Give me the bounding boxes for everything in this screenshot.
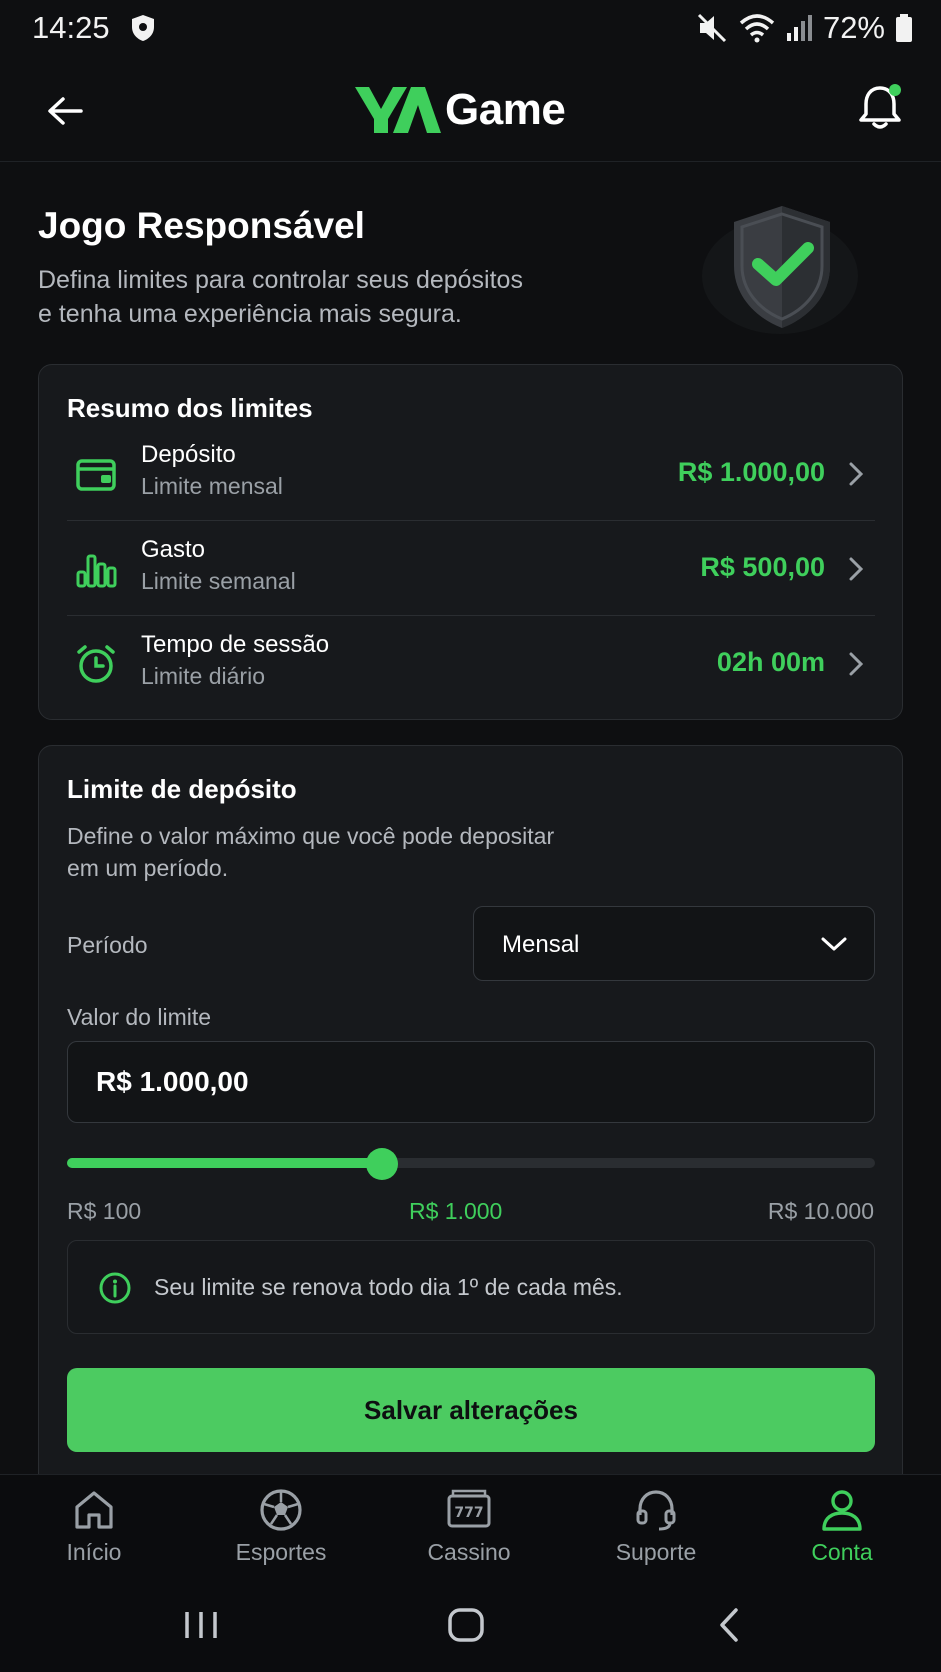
- logo-text: Game: [445, 85, 566, 134]
- slider-max-label: R$ 10.000: [767, 1198, 874, 1224]
- back-arrow-icon: [48, 97, 83, 125]
- limit-value: R$ 1.000,00: [677, 457, 825, 487]
- nav-label: Início: [66, 1539, 122, 1565]
- page-subtitle-line2: e tenha uma experiência mais segura.: [38, 300, 462, 328]
- chevron-down-icon: [821, 937, 847, 951]
- logo-mark: [355, 87, 441, 133]
- page-subtitle-line1: Defina limites para controlar seus depós…: [38, 266, 523, 294]
- period-select[interactable]: Mensal: [473, 906, 875, 981]
- status-icons: 72%: [697, 10, 913, 46]
- svg-text:777: 777: [454, 1505, 483, 1521]
- nav-item-cassino[interactable]: 777 Cassino: [394, 1487, 544, 1573]
- period-label: Período: [67, 932, 148, 958]
- limits-summary-card: Resumo dos limites Depósito Limite mensa…: [38, 364, 903, 720]
- wifi-icon: [739, 14, 775, 43]
- shield-icon: [132, 15, 154, 41]
- system-back-icon[interactable]: [700, 1604, 760, 1646]
- nav-item-inicio[interactable]: Início: [19, 1487, 169, 1573]
- limit-value-text: R$ 1.000,00: [96, 1066, 249, 1097]
- shield-check-icon: [702, 206, 858, 334]
- bar-chart-icon: [76, 554, 117, 588]
- nav-label: Conta: [811, 1539, 873, 1565]
- limit-period: Limite mensal: [141, 473, 283, 499]
- info-text: Seu limite se renova todo dia 1º de cada…: [154, 1274, 623, 1300]
- deposit-desc-line2: em um período.: [67, 855, 229, 881]
- nav-item-esportes[interactable]: Esportes: [206, 1487, 356, 1573]
- deposit-desc-line1: Define o valor máximo que você pode depo…: [67, 823, 555, 849]
- slider-min-label: R$ 100: [67, 1198, 142, 1224]
- page-title: Jogo Responsável: [38, 205, 365, 246]
- period-selected-value: Mensal: [502, 931, 580, 958]
- limit-period: Limite semanal: [141, 568, 296, 594]
- mute-icon: [697, 13, 727, 43]
- limit-period: Limite diário: [141, 663, 265, 689]
- limit-name: Gasto: [141, 536, 206, 563]
- status-bar: 14:25 72%: [0, 0, 941, 58]
- alarm-clock-icon: [77, 645, 115, 683]
- nav-item-conta[interactable]: Conta: [767, 1487, 917, 1573]
- logo: Game: [355, 78, 566, 142]
- status-time: 14:25: [32, 10, 110, 45]
- system-navigation-bar: [0, 1578, 941, 1672]
- slider-fill: [67, 1158, 383, 1168]
- limit-row-spending[interactable]: Gasto Limite semanal R$ 500,00: [67, 522, 875, 616]
- limit-value-input[interactable]: R$ 1.000,00: [67, 1041, 875, 1123]
- limit-name: Depósito: [141, 441, 236, 468]
- app-header: Game: [0, 58, 941, 162]
- limit-value: 02h 00m: [716, 647, 825, 677]
- save-button-label: Salvar alterações: [364, 1394, 578, 1425]
- info-box: Seu limite se renova todo dia 1º de cada…: [67, 1240, 875, 1334]
- battery-icon: [896, 14, 912, 42]
- summary-title: Resumo dos limites: [67, 393, 313, 423]
- headset-icon: [636, 1490, 676, 1531]
- signal-icon: [786, 15, 812, 41]
- deposit-limit-title: Limite de depósito: [67, 774, 297, 804]
- limit-row-deposit[interactable]: Depósito Limite mensal R$ 1.000,00: [67, 427, 875, 521]
- limit-name: Tempo de sessão: [141, 631, 330, 658]
- soccer-ball-icon: [260, 1489, 302, 1531]
- deposit-limit-description: Define o valor máximo que você pode depo…: [67, 820, 667, 884]
- nav-label: Esportes: [235, 1539, 327, 1565]
- home-icon: [75, 1491, 113, 1529]
- limit-value-label: Valor do limite: [67, 1004, 212, 1030]
- limit-row-session-time[interactable]: Tempo de sessão Limite diário 02h 00m: [67, 617, 875, 711]
- chevron-right-icon: [849, 652, 864, 676]
- deposit-limit-card: Limite de depósito Define o valor máximo…: [38, 745, 903, 1475]
- limit-slider[interactable]: [67, 1146, 875, 1180]
- save-button[interactable]: Salvar alterações: [67, 1368, 875, 1452]
- nav-label: Cassino: [427, 1539, 511, 1565]
- recent-apps-icon[interactable]: [172, 1604, 232, 1646]
- chevron-right-icon: [849, 462, 864, 486]
- nav-label: Suporte: [615, 1539, 697, 1565]
- page-subtitle: Defina limites para controlar seus depós…: [38, 263, 638, 331]
- chevron-right-icon: [849, 557, 864, 581]
- wallet-icon: [76, 459, 116, 491]
- home-button-icon[interactable]: [436, 1604, 496, 1646]
- limit-value: R$ 500,00: [700, 552, 825, 582]
- bottom-nav: Início Esportes 777 Cassino Suporte Cont…: [0, 1474, 941, 1578]
- notification-badge: [889, 84, 901, 96]
- slot-machine-icon: 777: [447, 1489, 491, 1528]
- battery-percent: 72%: [822, 10, 885, 45]
- info-icon: [99, 1272, 131, 1304]
- slider-current-label: R$ 1.000: [409, 1198, 503, 1224]
- user-icon: [822, 1490, 862, 1531]
- notifications-button[interactable]: [855, 80, 905, 134]
- nav-item-suporte[interactable]: Suporte: [581, 1487, 731, 1573]
- slider-thumb[interactable]: [366, 1148, 399, 1180]
- back-button[interactable]: [40, 88, 90, 134]
